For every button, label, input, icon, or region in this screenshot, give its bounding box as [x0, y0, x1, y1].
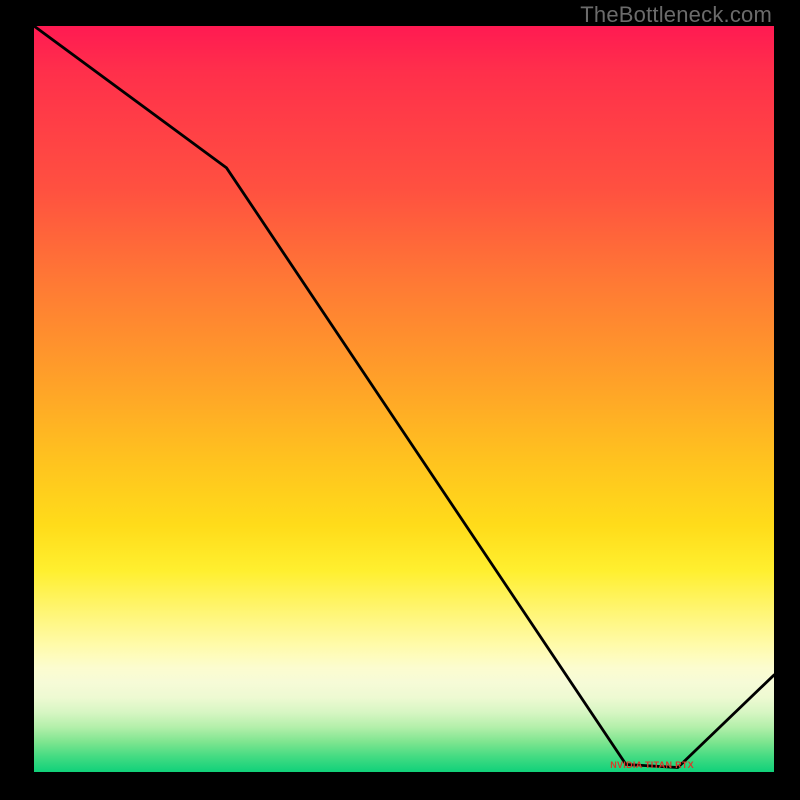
chart-container: TheBottleneck.com NVIDIA TITAN RTX [0, 0, 800, 800]
watermark-text: TheBottleneck.com [580, 2, 772, 28]
plot-area: NVIDIA TITAN RTX [34, 26, 774, 772]
gpu-annotation: NVIDIA TITAN RTX [610, 760, 694, 770]
line-chart-svg [34, 26, 774, 772]
bottleneck-curve [34, 26, 774, 768]
